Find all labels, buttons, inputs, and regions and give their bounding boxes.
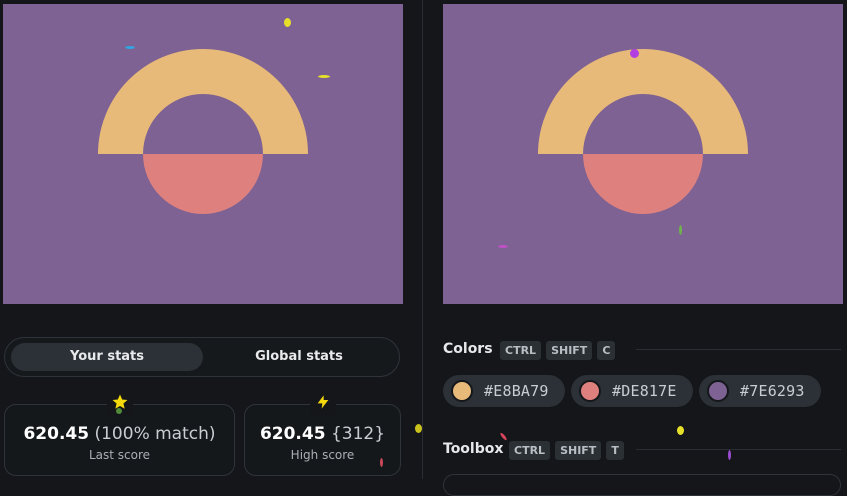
confetti-piece: [728, 450, 731, 460]
kbd-t: T: [606, 441, 624, 460]
tab-your-stats[interactable]: Your stats: [11, 343, 203, 371]
swatch-hex: #DE817E: [612, 382, 677, 400]
last-score-card: 620.45 (100% match) Last score: [4, 393, 235, 476]
swatch-hex: #7E6293: [740, 382, 805, 400]
color-swatch-1[interactable]: #E8BA79: [443, 375, 565, 407]
tab-global-stats[interactable]: Global stats: [205, 343, 393, 371]
kbd-ctrl: CTRL: [500, 341, 542, 360]
colors-shortcut: CTRL SHIFT C: [500, 341, 616, 360]
confetti-piece: [318, 75, 330, 78]
toolbox-title: Toolbox: [443, 441, 504, 457]
swatch-dot: [451, 380, 473, 402]
high-score-label: High score: [290, 448, 355, 462]
panel-divider: [422, 0, 423, 479]
target-canvas: [443, 4, 843, 304]
color-swatch-2[interactable]: #DE817E: [571, 375, 693, 407]
confetti-piece: [380, 458, 383, 467]
lightning-icon: [309, 393, 336, 415]
output-canvas: [3, 4, 403, 304]
color-swatch-3[interactable]: #7E6293: [699, 375, 821, 407]
colors-rule: [636, 349, 841, 350]
confetti-piece: [415, 424, 422, 433]
kbd-ctrl: CTRL: [509, 441, 551, 460]
output-drawing: [3, 4, 403, 304]
confetti-piece: [679, 225, 682, 235]
confetti-piece: [284, 18, 291, 27]
high-score-card: 620.45 {312} High score: [244, 393, 401, 476]
kbd-c: C: [597, 341, 616, 360]
confetti-piece: [116, 408, 122, 414]
toolbox-panel: [443, 474, 841, 496]
last-score-label: Last score: [88, 448, 151, 462]
confetti-piece: [630, 49, 639, 58]
kbd-shift: SHIFT: [546, 341, 593, 360]
high-score-value: 620.45: [259, 424, 326, 444]
confetti-piece: [125, 46, 135, 49]
stats-tabs: Your stats Global stats: [4, 337, 400, 377]
confetti-piece: [499, 432, 508, 441]
swatch-dot: [579, 380, 601, 402]
high-score-detail: {312}: [330, 424, 386, 444]
confetti-piece: [677, 426, 684, 435]
colors-title: Colors: [443, 341, 493, 357]
last-score-detail: (100% match): [94, 424, 216, 444]
last-score-value: 620.45: [23, 424, 90, 444]
high-score-value-row: 620.45 {312}: [245, 424, 400, 444]
toolbox-shortcut: CTRL SHIFT T: [509, 441, 624, 460]
last-score-value-row: 620.45 (100% match): [5, 424, 234, 444]
confetti-piece: [498, 245, 508, 248]
swatch-dot: [707, 380, 729, 402]
swatch-hex: #E8BA79: [484, 382, 549, 400]
toolbox-rule: [636, 449, 841, 450]
target-drawing: [443, 4, 843, 304]
kbd-shift: SHIFT: [555, 441, 602, 460]
